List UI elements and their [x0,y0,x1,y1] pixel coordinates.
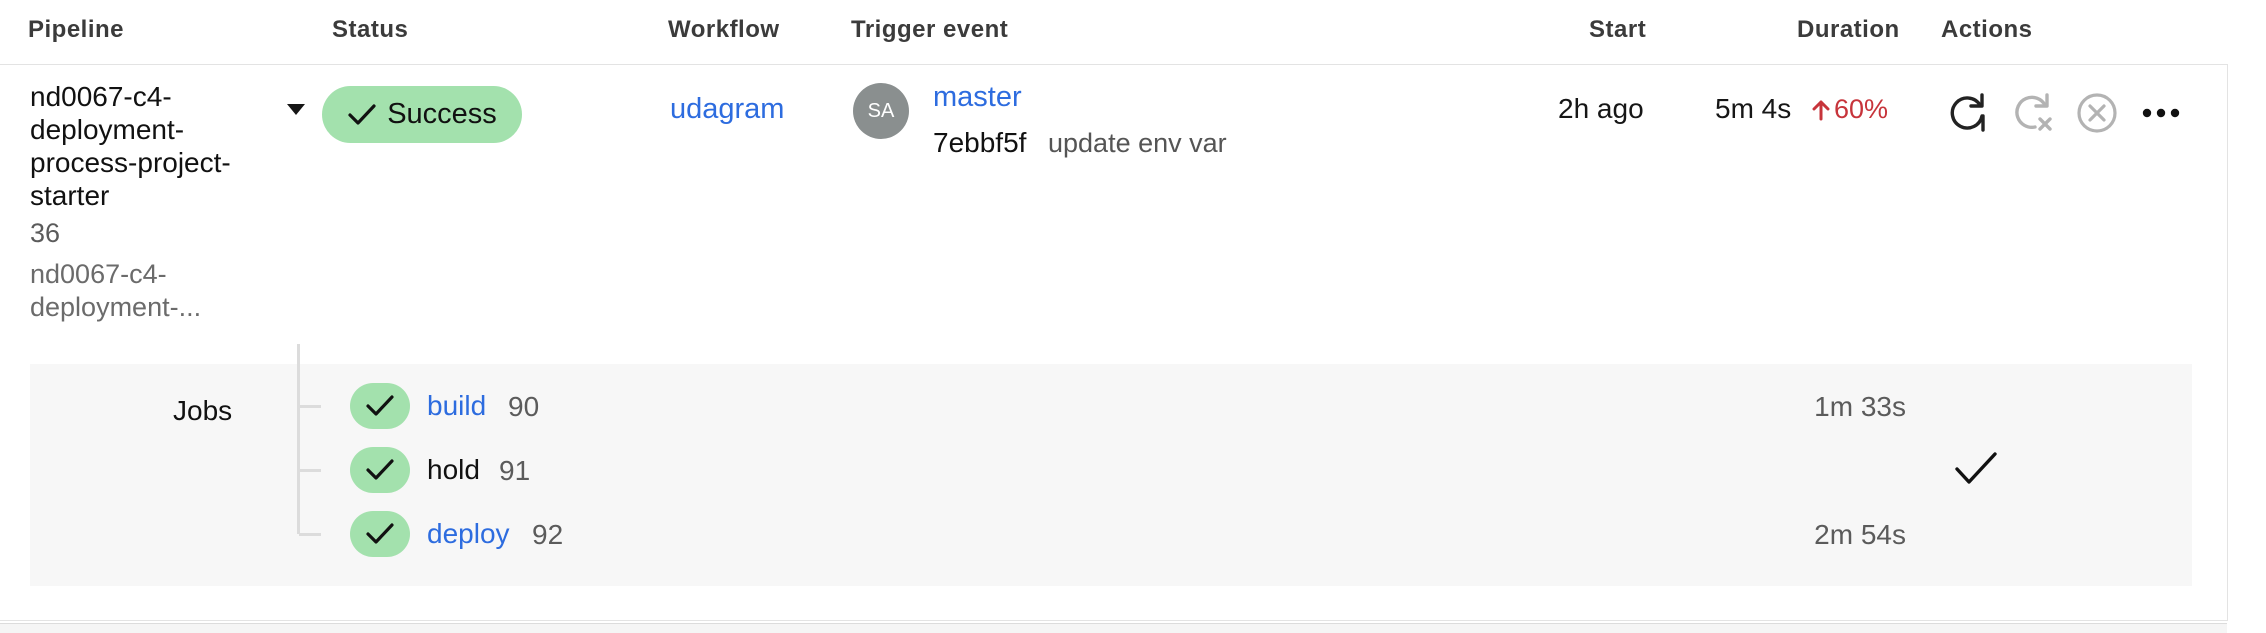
approved-check-icon [1953,450,1999,493]
job-tree-branch [299,533,321,536]
job-duration: 2m 54s [1814,519,1906,550]
cancel-icon[interactable] [2076,92,2118,134]
job-status-badge [350,447,410,493]
collapse-caret-icon[interactable] [287,104,305,115]
commit-message: update env var [1048,128,1227,158]
column-header-actions: Actions [1941,16,2033,43]
status-badge: Success [322,86,522,143]
commit-hash[interactable]: 7ebbf5f [933,127,1026,159]
job-tree-line [297,344,300,534]
duration-value: 5m 4s [1715,93,1792,124]
start-time: 2h ago [1558,93,1644,124]
workflow-link[interactable]: udagram [670,93,784,126]
job-duration: 1m 33s [1814,391,1906,422]
branch-link[interactable]: master [933,81,1022,114]
column-header-pipeline: Pipeline [28,16,125,43]
check-icon [366,395,394,416]
rerun-icon[interactable] [1946,90,1990,134]
job-status-badge [350,383,410,429]
column-header-start: Start [1589,16,1647,43]
column-header-trigger-event: Trigger event [851,16,1009,43]
column-header-duration: Duration [1797,16,1900,43]
check-icon [348,103,376,125]
job-tree-branch [299,469,321,472]
job-number: 92 [532,519,564,550]
job-name-deploy[interactable]: deploy [427,518,510,550]
duration-change: 60% [1812,94,1888,125]
more-icon[interactable] [2140,100,2182,126]
job-name-build[interactable]: build [427,390,486,422]
check-icon [366,459,394,480]
pipeline-name[interactable]: nd0067-c4-deployment-process-project-sta… [30,80,250,212]
check-icon [366,523,394,544]
arrow-up-icon [1812,100,1830,120]
job-number: 91 [499,455,531,486]
status-label: Success [387,98,497,130]
pipeline-number: 36 [30,218,61,248]
rerun-failed-icon[interactable] [2011,90,2055,134]
jobs-label: Jobs [173,395,233,426]
duration-change-value: 60% [1834,94,1889,124]
job-name-hold: hold [427,454,480,485]
job-status-badge [350,511,410,557]
column-header-status: Status [332,16,409,43]
avatar: SA [853,83,909,139]
column-header-workflow: Workflow [668,16,780,43]
job-number: 90 [508,391,540,422]
pipeline-project-name: nd0067-c4-deployment-... [30,259,202,322]
job-tree-branch [299,405,321,408]
